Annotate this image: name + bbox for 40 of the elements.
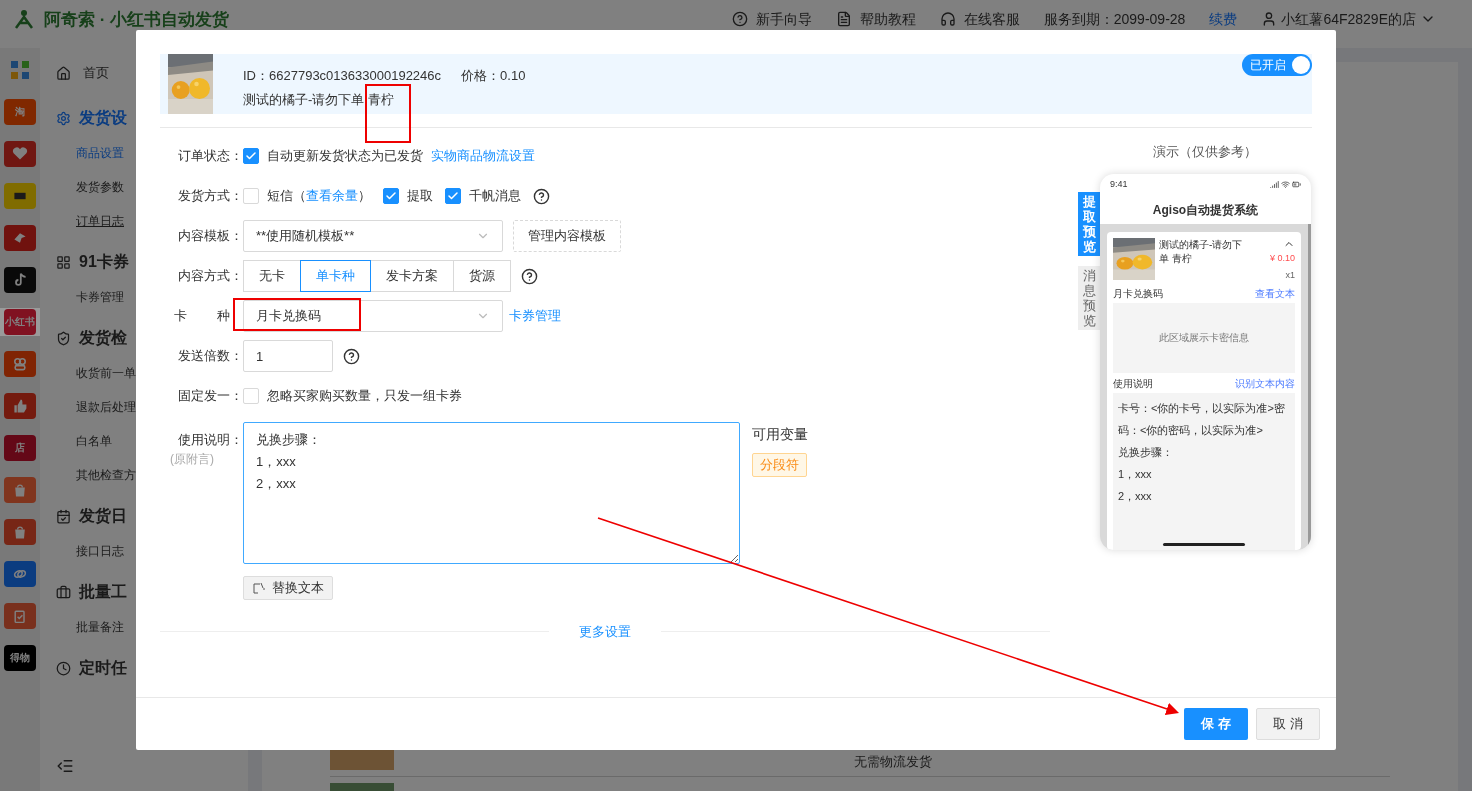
section-label: 使用说明	[1113, 376, 1153, 391]
phone-price: ¥ 0.10	[1269, 251, 1295, 265]
product-id: ID：6627793c013633000192246c	[243, 67, 442, 85]
field-sublabel: (原附言)	[170, 450, 214, 468]
product-price: 价格：0.10	[461, 67, 526, 85]
expiry-text: 服务到期：2099-09-28	[1043, 10, 1186, 28]
usage-text: 2，xxx	[1118, 488, 1153, 504]
field-label: 种	[217, 307, 230, 326]
field-label: 发送倍数：	[177, 347, 243, 366]
checkbox-label: ）	[358, 187, 371, 206]
checkbox-label: 忽略买家购买数量，只发一组卡券	[267, 387, 462, 406]
checkbox-label: 短信（	[267, 187, 306, 206]
variables-title: 可用变量	[752, 425, 808, 444]
preview-title: 演示（仅供参考）	[1153, 143, 1257, 161]
phone-quantity: x1	[1285, 269, 1295, 282]
usage-text: 卡号：<你的卡号，以实际为准>密码：<你的密码，以实际为准>	[1118, 400, 1286, 438]
checkbox-label: 自动更新发货状态为已发货	[267, 147, 423, 166]
usage-text: 1，xxx	[1118, 466, 1153, 482]
field-label: 订单状态：	[177, 147, 243, 166]
logo-text: 店	[15, 443, 25, 453]
status-time: 9:41	[1110, 177, 1128, 191]
card-info-box: 此区域展示卡密信息	[1113, 302, 1295, 373]
field-label: 内容方式：	[177, 267, 243, 286]
brand-title: 阿奇索 · 小红书自动发货	[44, 10, 230, 30]
logo-text: 得物	[10, 653, 30, 663]
field-label: 发货方式：	[177, 187, 243, 206]
logo-text: 小红书	[5, 317, 35, 327]
field-label: 固定发一：	[177, 387, 243, 406]
field-label: 使用说明：	[178, 431, 243, 449]
field-label: 卡	[174, 307, 187, 326]
product-title: 测试的橘子-请勿下单 青柠	[243, 90, 395, 109]
app-title: Agiso自动提货系统	[1151, 201, 1260, 219]
section-label: 月卡兑换码	[1113, 286, 1163, 301]
checkbox-label: 提取	[407, 187, 433, 206]
phone-product-title: 测试的橘子-请勿下单 青柠	[1159, 237, 1244, 266]
delivery-type-text: 无需物流发货	[854, 754, 932, 770]
checkbox-label: 千帆消息	[469, 187, 521, 206]
logo-text: 淘	[15, 107, 25, 117]
usage-text: 兑换步骤：	[1118, 444, 1174, 460]
field-label: 内容模板：	[177, 227, 243, 246]
